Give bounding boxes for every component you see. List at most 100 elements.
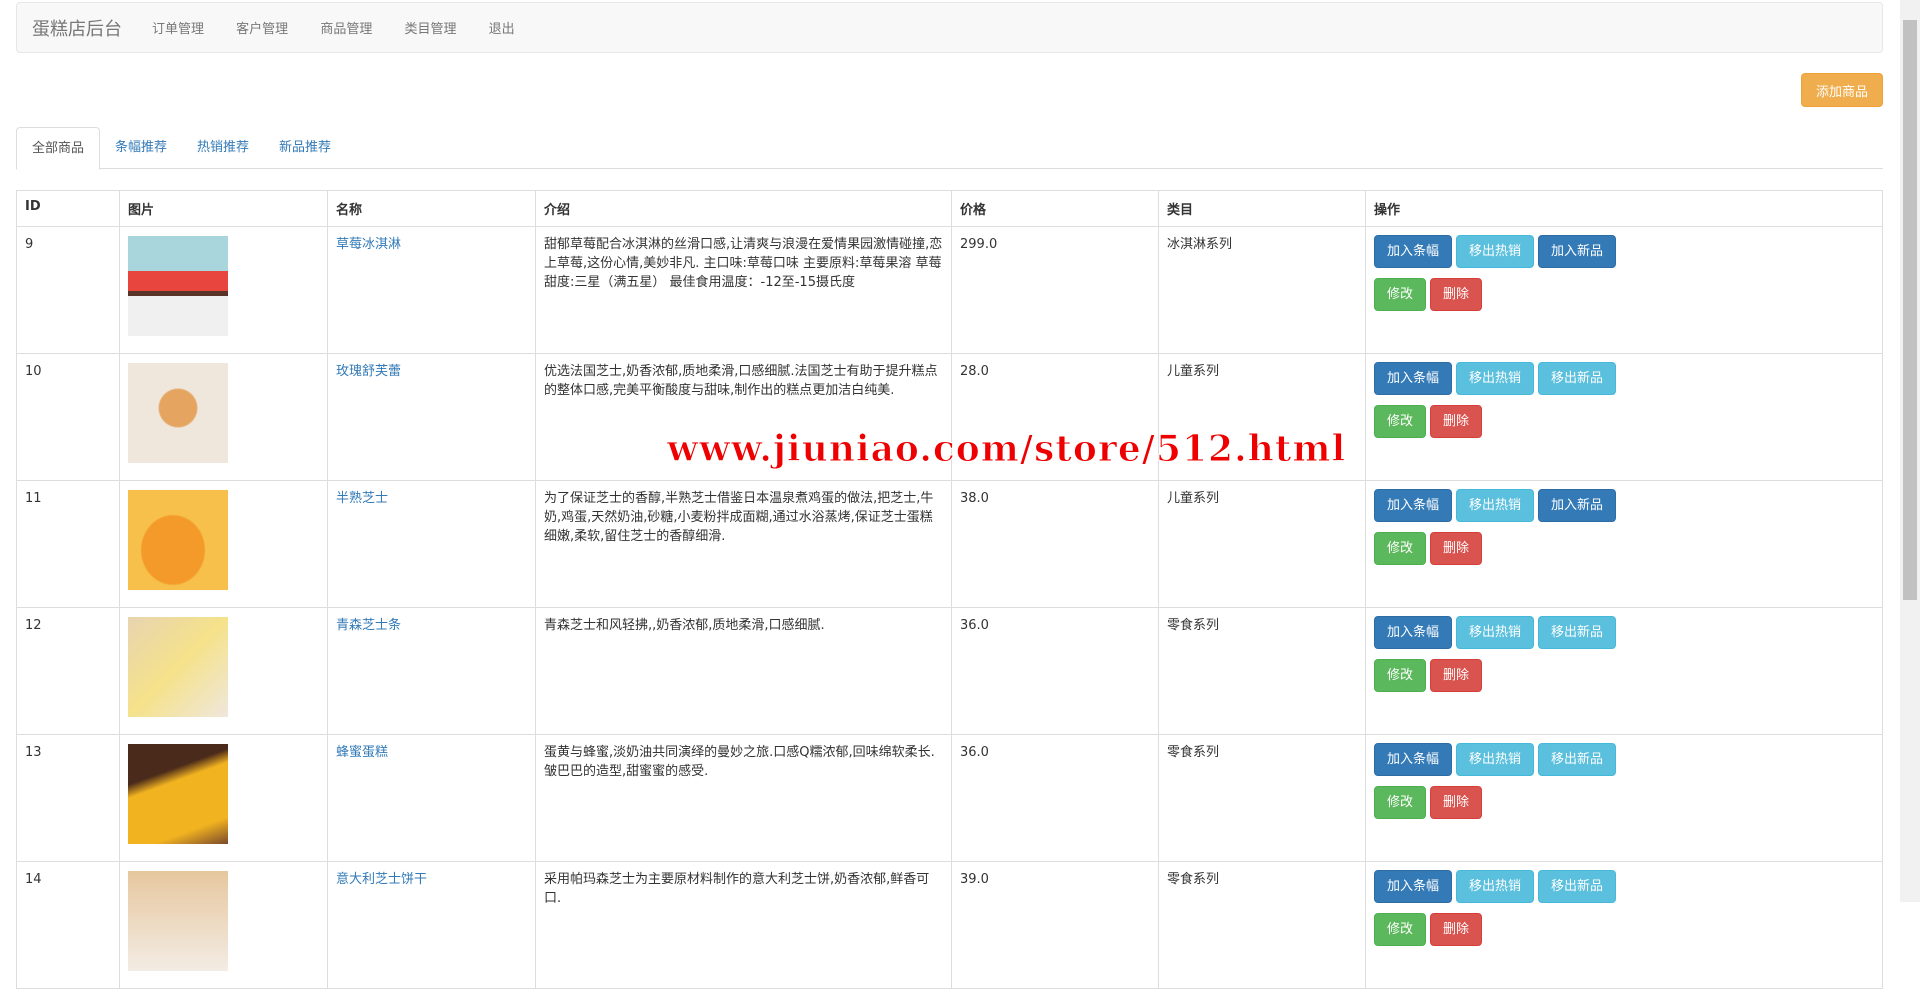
cell-category: 冰淇淋系列 [1158, 226, 1366, 354]
cell-image [119, 734, 328, 862]
cell-actions: 加入条幅 移出热销 移出新品修改 删除 [1365, 734, 1883, 862]
cell-actions: 加入条幅 移出热销 移出新品修改 删除 [1365, 861, 1883, 989]
delete-button[interactable]: 删除 [1430, 405, 1483, 438]
cell-price: 28.0 [951, 353, 1159, 481]
action-button-0[interactable]: 加入条幅 [1374, 489, 1453, 522]
product-name-link[interactable]: 蜂蜜蛋糕 [336, 745, 388, 760]
scrollbar[interactable] [1900, 0, 1920, 902]
cell-id: 9 [16, 226, 120, 354]
cell-name: 半熟芝士 [327, 480, 536, 608]
cell-id: 13 [16, 734, 120, 862]
delete-button[interactable]: 删除 [1430, 786, 1483, 819]
action-button-0[interactable]: 加入条幅 [1374, 235, 1453, 268]
edit-button[interactable]: 修改 [1374, 405, 1427, 438]
edit-button[interactable]: 修改 [1374, 278, 1427, 311]
table-row: 13 蜂蜜蛋糕 蛋黄与蜂蜜,淡奶油共同演绎的曼妙之旅.口感Q糯浓郁,回味绵软柔长… [16, 734, 1883, 862]
product-image [128, 871, 228, 971]
action-button-1[interactable]: 移出热销 [1456, 616, 1535, 649]
nav-orders[interactable]: 订单管理 [152, 22, 204, 37]
action-button-0[interactable]: 加入条幅 [1374, 362, 1453, 395]
cell-actions: 加入条幅 移出热销 移出新品修改 删除 [1365, 353, 1883, 481]
cell-desc: 采用帕玛森芝士为主要原材料制作的意大利芝士饼,奶香浓郁,鲜香可口. [535, 861, 952, 989]
cell-price: 36.0 [951, 734, 1159, 862]
action-button-0[interactable]: 加入条幅 [1374, 743, 1453, 776]
cell-image [119, 861, 328, 989]
action-button-2[interactable]: 移出新品 [1538, 870, 1617, 903]
cell-price: 299.0 [951, 226, 1159, 354]
cell-actions: 加入条幅 移出热销 加入新品修改 删除 [1365, 226, 1883, 354]
cell-actions: 加入条幅 移出热销 加入新品修改 删除 [1365, 480, 1883, 608]
action-button-0[interactable]: 加入条幅 [1374, 870, 1453, 903]
product-name-link[interactable]: 青森芝士条 [336, 618, 401, 633]
nav-customers[interactable]: 客户管理 [236, 22, 288, 37]
header-category: 类目 [1158, 190, 1366, 227]
cell-actions: 加入条幅 移出热销 移出新品修改 删除 [1365, 607, 1883, 735]
action-button-2[interactable]: 加入新品 [1538, 489, 1617, 522]
table-header: ID 图片 名称 介绍 价格 类目 操作 [16, 190, 1883, 227]
cell-category: 儿童系列 [1158, 353, 1366, 481]
nav-products[interactable]: 商品管理 [320, 22, 372, 37]
action-button-2[interactable]: 移出新品 [1538, 362, 1617, 395]
cell-price: 39.0 [951, 861, 1159, 989]
table-row: 14 意大利芝士饼干 采用帕玛森芝士为主要原材料制作的意大利芝士饼,奶香浓郁,鲜… [16, 861, 1883, 989]
table-row: 12 青森芝士条 青森芝士和风轻拂,,奶香浓郁,质地柔滑,口感细腻. 36.0 … [16, 607, 1883, 735]
nav-logout[interactable]: 退出 [489, 22, 515, 37]
delete-button[interactable]: 删除 [1430, 278, 1483, 311]
edit-button[interactable]: 修改 [1374, 532, 1427, 565]
product-table: ID 图片 名称 介绍 价格 类目 操作 9 草莓冰淇淋 甜郁草莓配合冰淇淋的丝… [16, 190, 1883, 989]
action-button-2[interactable]: 加入新品 [1538, 235, 1617, 268]
product-name-link[interactable]: 意大利芝士饼干 [336, 872, 427, 887]
edit-button[interactable]: 修改 [1374, 913, 1427, 946]
tab-all[interactable]: 全部商品 [16, 127, 101, 170]
scrollbar-thumb[interactable] [1903, 20, 1917, 600]
table-row: 11 半熟芝士 为了保证芝士的香醇,半熟芝士借鉴日本温泉煮鸡蛋的做法,把芝士,牛… [16, 480, 1883, 608]
action-button-1[interactable]: 移出热销 [1456, 743, 1535, 776]
tab-banner[interactable]: 条幅推荐 [100, 127, 182, 169]
edit-button[interactable]: 修改 [1374, 786, 1427, 819]
brand[interactable]: 蛋糕店后台 [32, 15, 122, 41]
delete-button[interactable]: 删除 [1430, 532, 1483, 565]
edit-button[interactable]: 修改 [1374, 659, 1427, 692]
nav-links: 订单管理 客户管理 商品管理 类目管理 退出 [138, 18, 529, 37]
action-button-2[interactable]: 移出新品 [1538, 616, 1617, 649]
tabs: 全部商品 条幅推荐 热销推荐 新品推荐 [16, 127, 1883, 170]
product-name-link[interactable]: 玫瑰舒芙蕾 [336, 364, 401, 379]
cell-category: 零食系列 [1158, 607, 1366, 735]
cell-name: 蜂蜜蛋糕 [327, 734, 536, 862]
tab-hot[interactable]: 热销推荐 [182, 127, 264, 169]
action-button-1[interactable]: 移出热销 [1456, 870, 1535, 903]
header-image: 图片 [119, 190, 328, 227]
cell-desc: 甜郁草莓配合冰淇淋的丝滑口感,让清爽与浪漫在爱情果园激情碰撞,恋上草莓,这份心情… [535, 226, 952, 354]
header-name: 名称 [327, 190, 536, 227]
product-image [128, 490, 228, 590]
add-product-button[interactable]: 添加商品 [1801, 73, 1883, 107]
cell-desc: 为了保证芝士的香醇,半熟芝士借鉴日本温泉煮鸡蛋的做法,把芝士,牛奶,鸡蛋,天然奶… [535, 480, 952, 608]
table-row: 10 玫瑰舒芙蕾 优选法国芝士,奶香浓郁,质地柔滑,口感细腻.法国芝士有助于提升… [16, 353, 1883, 481]
header-id: ID [16, 190, 120, 227]
product-image [128, 363, 228, 463]
table-row: 9 草莓冰淇淋 甜郁草莓配合冰淇淋的丝滑口感,让清爽与浪漫在爱情果园激情碰撞,恋… [16, 226, 1883, 354]
action-button-1[interactable]: 移出热销 [1456, 489, 1535, 522]
cell-price: 38.0 [951, 480, 1159, 608]
cell-name: 青森芝士条 [327, 607, 536, 735]
cell-desc: 青森芝士和风轻拂,,奶香浓郁,质地柔滑,口感细腻. [535, 607, 952, 735]
action-button-0[interactable]: 加入条幅 [1374, 616, 1453, 649]
action-button-1[interactable]: 移出热销 [1456, 235, 1535, 268]
nav-categories[interactable]: 类目管理 [404, 22, 456, 37]
product-name-link[interactable]: 半熟芝士 [336, 491, 388, 506]
cell-id: 10 [16, 353, 120, 481]
product-name-link[interactable]: 草莓冰淇淋 [336, 237, 401, 252]
cell-name: 意大利芝士饼干 [327, 861, 536, 989]
tab-new[interactable]: 新品推荐 [264, 127, 346, 169]
navbar: 蛋糕店后台 订单管理 客户管理 商品管理 类目管理 退出 [16, 2, 1883, 53]
delete-button[interactable]: 删除 [1430, 659, 1483, 692]
action-button-1[interactable]: 移出热销 [1456, 362, 1535, 395]
cell-image [119, 607, 328, 735]
cell-desc: 蛋黄与蜂蜜,淡奶油共同演绎的曼妙之旅.口感Q糯浓郁,回味绵软柔长.皱巴巴的造型,… [535, 734, 952, 862]
cell-name: 玫瑰舒芙蕾 [327, 353, 536, 481]
cell-price: 36.0 [951, 607, 1159, 735]
delete-button[interactable]: 删除 [1430, 913, 1483, 946]
cell-name: 草莓冰淇淋 [327, 226, 536, 354]
cell-category: 零食系列 [1158, 734, 1366, 862]
action-button-2[interactable]: 移出新品 [1538, 743, 1617, 776]
